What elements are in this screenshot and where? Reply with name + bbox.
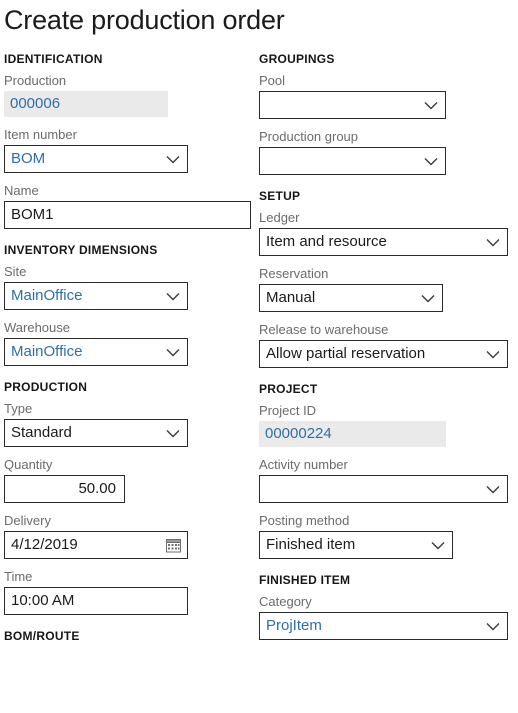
delivery-date-value: 4/12/2019 bbox=[11, 536, 78, 553]
name-input[interactable]: BOM1 bbox=[4, 201, 251, 229]
label-item-number: Item number bbox=[4, 127, 77, 142]
field-production: Production 000006 bbox=[4, 72, 254, 117]
section-header-bom-route: BOM/ROUTE bbox=[4, 629, 80, 643]
chevron-down-icon bbox=[163, 146, 183, 172]
release-to-warehouse-dropdown[interactable]: Allow partial reservation bbox=[259, 340, 508, 368]
quantity-input[interactable]: 50.00 bbox=[4, 475, 125, 503]
section-header-inventory-dimensions: INVENTORY DIMENSIONS bbox=[4, 243, 158, 257]
activity-number-dropdown[interactable] bbox=[259, 475, 508, 503]
calendar-icon[interactable] bbox=[163, 532, 183, 558]
field-project-id: Project ID 00000224 bbox=[259, 402, 514, 447]
chevron-down-icon bbox=[483, 613, 503, 639]
release-to-warehouse-value: Allow partial reservation bbox=[266, 345, 426, 362]
delivery-date-input[interactable]: 4/12/2019 bbox=[4, 531, 188, 559]
ledger-dropdown[interactable]: Item and resource bbox=[259, 228, 508, 256]
name-value: BOM1 bbox=[11, 206, 54, 223]
reservation-value: Manual bbox=[266, 289, 316, 306]
chevron-down-icon bbox=[421, 148, 441, 174]
label-site: Site bbox=[4, 264, 27, 279]
warehouse-dropdown[interactable]: MainOffice bbox=[4, 338, 188, 366]
field-release-to-warehouse: Release to warehouse Allow partial reser… bbox=[259, 321, 514, 368]
time-input[interactable]: 10:00 AM bbox=[4, 587, 188, 615]
posting-method-dropdown[interactable]: Finished item bbox=[259, 531, 453, 559]
field-name: Name BOM1 bbox=[4, 182, 254, 229]
create-production-order-dialog: Create production order IDENTIFICATION P… bbox=[0, 0, 518, 713]
reservation-dropdown[interactable]: Manual bbox=[259, 284, 443, 312]
pool-dropdown[interactable] bbox=[259, 91, 446, 119]
field-site: Site MainOffice bbox=[4, 263, 254, 310]
label-project-id: Project ID bbox=[259, 403, 317, 418]
section-header-finished-item: FINISHED ITEM bbox=[259, 573, 351, 587]
label-release-to-warehouse: Release to warehouse bbox=[259, 322, 389, 337]
field-pool: Pool bbox=[259, 72, 514, 119]
category-dropdown[interactable]: ProjItem bbox=[259, 612, 508, 640]
field-type: Type Standard bbox=[4, 400, 254, 447]
section-header-setup: SETUP bbox=[259, 189, 301, 203]
chevron-down-icon bbox=[163, 283, 183, 309]
ledger-value: Item and resource bbox=[266, 233, 387, 250]
field-warehouse: Warehouse MainOffice bbox=[4, 319, 254, 366]
field-quantity: Quantity 50.00 bbox=[4, 456, 254, 503]
chevron-down-icon bbox=[163, 420, 183, 446]
section-header-groupings: GROUPINGS bbox=[259, 52, 335, 66]
chevron-down-icon bbox=[428, 532, 448, 558]
posting-method-value: Finished item bbox=[266, 536, 356, 553]
site-value: MainOffice bbox=[11, 287, 83, 304]
chevron-down-icon bbox=[421, 92, 441, 118]
label-activity-number: Activity number bbox=[259, 457, 348, 472]
label-ledger: Ledger bbox=[259, 210, 300, 225]
label-name: Name bbox=[4, 183, 39, 198]
label-category: Category bbox=[259, 594, 312, 609]
field-production-group: Production group bbox=[259, 128, 514, 175]
field-delivery: Delivery 4/12/2019 bbox=[4, 512, 254, 559]
time-value: 10:00 AM bbox=[11, 592, 75, 609]
chevron-down-icon bbox=[483, 341, 503, 367]
project-id-value: 00000224 bbox=[259, 421, 446, 447]
category-value: ProjItem bbox=[266, 617, 322, 634]
item-number-value: BOM bbox=[11, 150, 46, 167]
type-dropdown[interactable]: Standard bbox=[4, 419, 188, 447]
section-header-identification: IDENTIFICATION bbox=[4, 52, 103, 66]
section-header-project: PROJECT bbox=[259, 382, 318, 396]
label-quantity: Quantity bbox=[4, 457, 53, 472]
page-title: Create production order bbox=[4, 5, 285, 35]
label-delivery: Delivery bbox=[4, 513, 51, 528]
production-value: 000006 bbox=[4, 91, 168, 117]
label-pool: Pool bbox=[259, 73, 286, 88]
quantity-value: 50.00 bbox=[78, 480, 116, 497]
field-time: Time 10:00 AM bbox=[4, 568, 254, 615]
field-posting-method: Posting method Finished item bbox=[259, 512, 514, 559]
left-column: IDENTIFICATION Production 000006 Item nu… bbox=[4, 52, 254, 649]
label-warehouse: Warehouse bbox=[4, 320, 70, 335]
right-column: GROUPINGS Pool Production group SETUP Le bbox=[259, 52, 514, 649]
field-activity-number: Activity number bbox=[259, 456, 514, 503]
production-group-dropdown[interactable] bbox=[259, 147, 446, 175]
chevron-down-icon bbox=[483, 229, 503, 255]
label-posting-method: Posting method bbox=[259, 513, 350, 528]
chevron-down-icon bbox=[483, 476, 503, 502]
field-category: Category ProjItem bbox=[259, 593, 514, 640]
label-type: Type bbox=[4, 401, 33, 416]
chevron-down-icon bbox=[418, 285, 438, 311]
field-reservation: Reservation Manual bbox=[259, 265, 514, 312]
label-production-group: Production group bbox=[259, 129, 359, 144]
site-dropdown[interactable]: MainOffice bbox=[4, 282, 188, 310]
warehouse-value: MainOffice bbox=[11, 343, 83, 360]
field-ledger: Ledger Item and resource bbox=[259, 209, 514, 256]
field-item-number: Item number BOM bbox=[4, 126, 254, 173]
chevron-down-icon bbox=[163, 339, 183, 365]
label-time: Time bbox=[4, 569, 33, 584]
label-production: Production bbox=[4, 73, 67, 88]
type-value: Standard bbox=[11, 424, 72, 441]
item-number-dropdown[interactable]: BOM bbox=[4, 145, 188, 173]
label-reservation: Reservation bbox=[259, 266, 329, 281]
section-header-production: PRODUCTION bbox=[4, 380, 88, 394]
